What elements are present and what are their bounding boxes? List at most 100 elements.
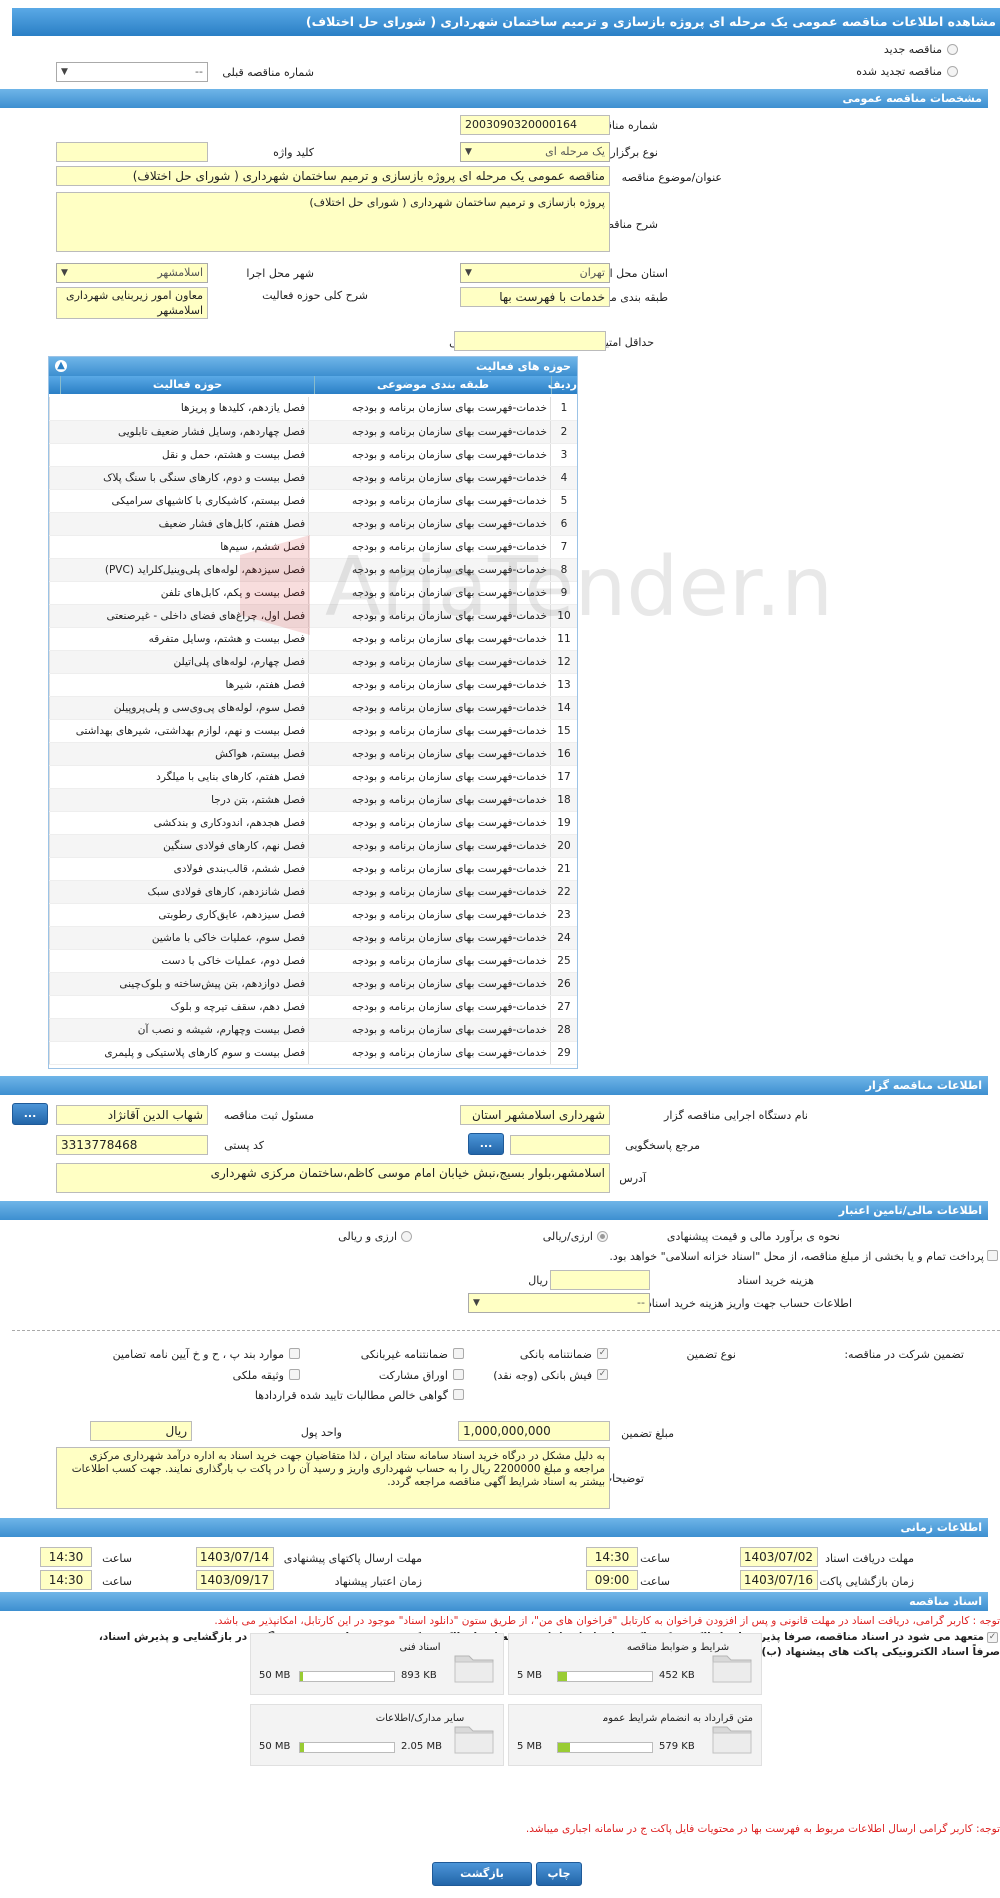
back-button[interactable]: بازگشت (432, 1862, 532, 1886)
row-activity: فصل هجدهم، اندودکاری و بندکشی (49, 811, 309, 835)
open-time: 09:00 (586, 1570, 638, 1590)
account-select[interactable]: -- ▼ (468, 1293, 650, 1313)
print-button[interactable]: چاپ (536, 1862, 582, 1886)
organizer-section-header: اطلاعات مناقصه گزار (0, 1076, 988, 1095)
row-activity: فصل بیست و دوم، کارهای سنگی با سنگ پلاک (49, 466, 309, 490)
city-select[interactable]: اسلامشهر ▼ (56, 263, 208, 283)
row-number: 1 (549, 397, 577, 421)
commit-checkbox[interactable]: ✓ (987, 1632, 998, 1643)
chevron-down-icon: ▼ (61, 268, 68, 278)
bonds-checkbox[interactable] (453, 1369, 464, 1380)
collapse-icon[interactable]: ▲ (55, 360, 67, 372)
row-category: خدمات-فهرست بهای سازمان برنامه و بودجه (308, 1041, 551, 1065)
row-number: 24 (549, 926, 577, 950)
validity-time-label: ساعت (102, 1575, 132, 1588)
row-number: 25 (549, 949, 577, 973)
row-number: 29 (549, 1041, 577, 1065)
row-category: خدمات-فهرست بهای سازمان برنامه و بودجه (308, 926, 551, 950)
row-category: خدمات-فهرست بهای سازمان برنامه و بودجه (308, 811, 551, 835)
row-category: خدمات-فهرست بهای سازمان برنامه و بودجه (308, 535, 551, 559)
receivables-checkbox[interactable] (453, 1389, 464, 1400)
keyword-field[interactable] (56, 142, 208, 162)
table-row: 1 خدمات-فهرست بهای سازمان برنامه و بودجه ف… (49, 397, 577, 421)
file-size: 579 KB (659, 1741, 695, 1752)
row-category: خدمات-فهرست بهای سازمان برنامه و بودجه (308, 949, 551, 973)
row-number: 3 (549, 443, 577, 467)
row-category: خدمات-فهرست بهای سازمان برنامه و بودجه (308, 581, 551, 605)
treasury-text: پرداخت تمام و یا بخشی از مبلغ مناقصه، از… (609, 1250, 984, 1263)
cash-checkbox[interactable]: ✓ (597, 1369, 608, 1380)
renewed-tender-radio[interactable] (947, 66, 958, 77)
row-number: 19 (549, 811, 577, 835)
file-card[interactable]: سایر مدارک/اطلاعات 50 MB 2.05 MB (250, 1704, 504, 1766)
row-number: 22 (549, 880, 577, 904)
row-category: خدمات-فهرست بهای سازمان برنامه و بودجه (308, 765, 551, 789)
table-row: 19 خدمات-فهرست بهای سازمان برنامه و بودجه… (49, 811, 577, 835)
bank-guarantee-checkbox[interactable]: ✓ (597, 1348, 608, 1359)
scope-field: معاون امور زیربنایی شهرداری اسلامشهر (56, 287, 208, 319)
type-select[interactable]: یک مرحله ای ▼ (460, 142, 610, 162)
responsible-label: مسئول ثبت مناقصه (223, 1109, 314, 1122)
table-row: 13 خدمات-فهرست بهای سازمان برنامه و بودجه… (49, 673, 577, 697)
row-activity: فصل شانزدهم، کارهای فولادی سبک (49, 880, 309, 904)
province-select[interactable]: تهران ▼ (460, 263, 610, 283)
col-category-header: طبقه بندی موضوعی (314, 376, 551, 394)
subject-label: عنوان/موضوع مناقصه (621, 171, 722, 184)
guarantee-label: تضمین شرکت در مناقصه: (844, 1348, 964, 1361)
file-usage-fill (300, 1672, 303, 1681)
row-activity: فصل بیست و هشتم، وسایل متفرقه (49, 627, 309, 651)
row-category: خدمات-فهرست بهای سازمان برنامه و بودجه (308, 857, 551, 881)
table-row: 16 خدمات-فهرست بهای سازمان برنامه و بودجه… (49, 742, 577, 766)
property-checkbox[interactable] (289, 1369, 300, 1380)
nonbank-guarantee-checkbox[interactable] (453, 1348, 464, 1359)
responsible-dots-button[interactable]: ... (12, 1103, 48, 1125)
row-activity: فصل دوم، عملیات خاکی با دست (49, 949, 309, 973)
reference-dots-button[interactable]: ... (468, 1133, 504, 1155)
file-card[interactable]: شرایط و ضوابط مناقصه 5 MB 452 KB (508, 1633, 762, 1695)
row-number: 12 (549, 650, 577, 674)
address-field: اسلامشهر،بلوار بسیج،نبش خیابان امام موسی… (56, 1163, 610, 1193)
file-usage-bar (299, 1671, 395, 1682)
table-row: 20 خدمات-فهرست بهای سازمان برنامه و بودجه… (49, 834, 577, 858)
prev-number-select[interactable]: -- ▼ (56, 62, 208, 82)
validity-time: 14:30 (40, 1570, 92, 1590)
table-row: 25 خدمات-فهرست بهای سازمان برنامه و بودجه… (49, 949, 577, 973)
rial-radio[interactable] (401, 1231, 412, 1242)
subject-field: مناقصه عمومی یک مرحله ای پروژه بازسازی و… (56, 166, 610, 186)
row-activity: فصل نهم، کارهای فولادی سنگین (49, 834, 309, 858)
articles-checkbox[interactable] (289, 1348, 300, 1359)
table-row: 3 خدمات-فهرست بهای سازمان برنامه و بودجه ف… (49, 443, 577, 467)
row-activity: فصل سیزدهم، عایق‌کاری رطوبتی (49, 903, 309, 927)
row-activity: فصل چهاردهم، وسایل فشار ضعیف تابلویی (49, 420, 309, 444)
responsible-field: شهاب الدین آقانژاد (56, 1105, 208, 1125)
treasury-checkbox[interactable] (987, 1250, 998, 1261)
folder-icon (712, 1726, 752, 1754)
file-usage-fill (558, 1743, 570, 1752)
table-row: 18 خدمات-فهرست بهای سازمان برنامه و بودجه… (49, 788, 577, 812)
reference-field[interactable] (510, 1135, 610, 1155)
validity-date: 1403/09/17 (196, 1570, 274, 1590)
row-category: خدمات-فهرست بهای سازمان برنامه و بودجه (308, 880, 551, 904)
row-category: خدمات-فهرست بهای سازمان برنامه و بودجه (308, 696, 551, 720)
min-score-field[interactable] (454, 331, 606, 351)
new-tender-label: مناقصه جدید (883, 43, 942, 56)
file-max-size: 50 MB (259, 1741, 291, 1752)
activities-header: حوزه های فعالیت (476, 360, 571, 373)
doc-cost-field (550, 1270, 650, 1290)
table-row: 11 خدمات-فهرست بهای سازمان برنامه و بودجه… (49, 627, 577, 651)
row-number: 20 (549, 834, 577, 858)
currency-rial-radio[interactable] (597, 1231, 608, 1242)
currency-field: ریال (90, 1421, 192, 1441)
file-card[interactable]: اسناد فنی 50 MB 893 KB (250, 1633, 504, 1695)
estimate-label: نحوه ی برآورد مالی و قیمت پیشنهادی (666, 1230, 840, 1243)
row-category: خدمات-فهرست بهای سازمان برنامه و بودجه (308, 627, 551, 651)
chevron-down-icon: ▼ (465, 268, 472, 278)
general-section-header: مشخصات مناقصه عمومی (0, 89, 988, 108)
row-number: 2 (549, 420, 577, 444)
new-tender-radio[interactable] (947, 44, 958, 55)
file-card[interactable]: متن قرارداد به انضمام شرایط عمومی/خصوصی 5… (508, 1704, 762, 1766)
row-activity: فصل یازدهم، کلیدها و پریزها (49, 397, 309, 421)
currency-label: واحد پول (300, 1426, 342, 1439)
row-number: 4 (549, 466, 577, 490)
postal-label: کد پستی (224, 1139, 264, 1152)
